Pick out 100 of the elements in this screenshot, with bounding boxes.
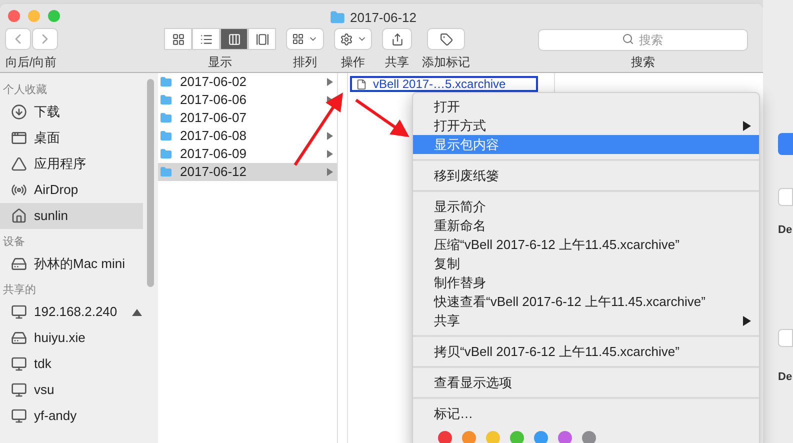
toolbar-label: 搜索	[631, 56, 655, 68]
list-icon	[200, 32, 212, 46]
sidebar-item[interactable]: tdk	[0, 351, 143, 377]
sidebar-label: yf-andy	[34, 407, 77, 426]
folder-icon	[160, 76, 172, 88]
eject-icon[interactable]	[132, 308, 142, 316]
menu-item[interactable]: 显示简介	[413, 197, 759, 216]
menu-item[interactable]: 显示包内容	[413, 135, 759, 154]
sidebar-item[interactable]: huiyu.xie	[0, 325, 143, 351]
menu-item[interactable]: 制作替身	[413, 273, 759, 292]
tag-icon	[440, 32, 452, 46]
window-title: 2017-06-12	[350, 9, 416, 27]
search-icon	[622, 33, 634, 45]
view-mode-button[interactable]	[192, 28, 220, 50]
menu-item[interactable]: 复制	[413, 254, 759, 273]
sidebar-item[interactable]: 应用程序	[0, 151, 143, 177]
sidebar-item[interactable]: yf-andy	[0, 403, 143, 429]
folder-icon	[330, 10, 345, 26]
airdrop-icon	[11, 182, 27, 198]
monitor-icon	[11, 356, 27, 372]
grid-icon	[172, 32, 184, 46]
sidebar-item[interactable]: vsu	[0, 377, 143, 403]
menu-item[interactable]: 共享	[413, 311, 759, 330]
file-name: vBell 2017-…5.xcarchive	[373, 76, 506, 93]
folder-row[interactable]: 2017-06-07	[158, 109, 337, 127]
toolbar-label: 显示	[208, 56, 232, 68]
toolbar-label: 向后/向前	[5, 56, 57, 68]
gallery-icon	[256, 32, 268, 46]
folder-name: 2017-06-02	[180, 73, 248, 92]
sidebar-label: 192.168.2.240	[34, 303, 118, 322]
menu-item[interactable]: 打开	[413, 97, 759, 116]
folder-row[interactable]: 2017-06-08	[158, 127, 337, 145]
folder-name: 2017-06-08	[180, 127, 248, 146]
sidebar-label: tdk	[34, 355, 52, 374]
folder-row[interactable]: 2017-06-02	[158, 73, 337, 91]
sidebar-item[interactable]: AirDrop	[0, 177, 143, 203]
zoom-button[interactable]	[48, 10, 60, 22]
input-field[interactable]	[778, 328, 793, 346]
sidebar-label: sunlin	[34, 207, 68, 226]
tag-button[interactable]	[427, 28, 465, 50]
gear-icon	[340, 32, 352, 46]
forward-button[interactable]	[32, 28, 58, 50]
monitor-icon	[11, 304, 27, 320]
menu-item[interactable]: 查看显示选项	[413, 373, 759, 392]
toolbar-label: 添加标记	[422, 56, 470, 68]
default-button[interactable]	[778, 133, 793, 155]
folder-name: 2017-06-07	[180, 109, 248, 128]
close-button[interactable]	[8, 10, 20, 22]
menu-item[interactable]: 标记…	[413, 404, 759, 423]
sidebar-label: 孙林的Mac mini	[34, 255, 126, 274]
sidebar-item[interactable]: 桌面	[0, 125, 143, 151]
toolbar-label: 共享	[385, 56, 409, 68]
share-icon	[390, 32, 404, 46]
folder-name: 2017-06-06	[180, 91, 248, 110]
view-mode-button[interactable]	[164, 28, 192, 50]
sidebar-section-title: 个人收藏	[2, 82, 48, 98]
sidebar-label: huiyu.xie	[34, 329, 86, 348]
action-button[interactable]	[334, 28, 372, 50]
sidebar-item[interactable]: sunlin	[0, 203, 143, 229]
columns-icon	[228, 32, 240, 46]
sidebar-label: 下载	[34, 103, 60, 122]
menu-item[interactable]: 快速查看“vBell 2017-6-12 上午11.45.xcarchive”	[413, 292, 759, 311]
search-field[interactable]: 搜索	[538, 29, 748, 51]
drive-icon	[11, 256, 27, 272]
back-button[interactable]	[4, 28, 30, 50]
sidebar-item[interactable]: 192.168.2.240	[0, 299, 143, 325]
home-icon	[11, 208, 27, 224]
folder-icon	[160, 166, 172, 178]
view-mode-button[interactable]	[248, 28, 276, 50]
folder-icon	[160, 130, 172, 142]
arrange-button[interactable]	[286, 28, 324, 50]
triangle-icon	[11, 156, 27, 172]
folder-icon	[160, 94, 172, 106]
folder-name: 2017-06-09	[180, 145, 248, 164]
sidebar-item[interactable]: 孙林的Mac mini	[0, 251, 143, 277]
download-icon	[11, 104, 27, 120]
sidebar-label: 应用程序	[34, 155, 86, 174]
folder-row[interactable]: 2017-06-12	[158, 163, 337, 181]
menu-item[interactable]: 压缩“vBell 2017-6-12 上午11.45.xcarchive”	[413, 235, 759, 254]
field-label: De	[778, 370, 793, 384]
file-icon	[356, 78, 367, 90]
sidebar-section-title: 设备	[2, 235, 26, 250]
share-button[interactable]	[382, 28, 412, 50]
input-field[interactable]	[778, 188, 793, 206]
grid-icon	[292, 33, 304, 45]
menu-item[interactable]: 重新命名	[413, 216, 759, 235]
view-mode-button[interactable]	[220, 28, 248, 50]
menu-item[interactable]: 拷贝“vBell 2017-6-12 上午11.45.xcarchive”	[413, 342, 759, 361]
drive-icon	[11, 330, 27, 346]
menu-item[interactable]: 移到废纸篓	[413, 166, 759, 185]
file-row[interactable]: vBell 2017-…5.xcarchive	[350, 76, 538, 92]
monitor-icon	[11, 382, 27, 398]
folder-row[interactable]: 2017-06-06	[158, 91, 337, 109]
sidebar-item[interactable]: 下载	[0, 99, 143, 125]
sidebar-label: AirDrop	[34, 181, 78, 200]
desktop-icon	[11, 130, 27, 146]
folder-name: 2017-06-12	[180, 163, 248, 182]
field-label: De	[778, 223, 793, 238]
folder-icon	[160, 112, 172, 124]
sidebar-section-title: 共享的	[2, 282, 37, 298]
